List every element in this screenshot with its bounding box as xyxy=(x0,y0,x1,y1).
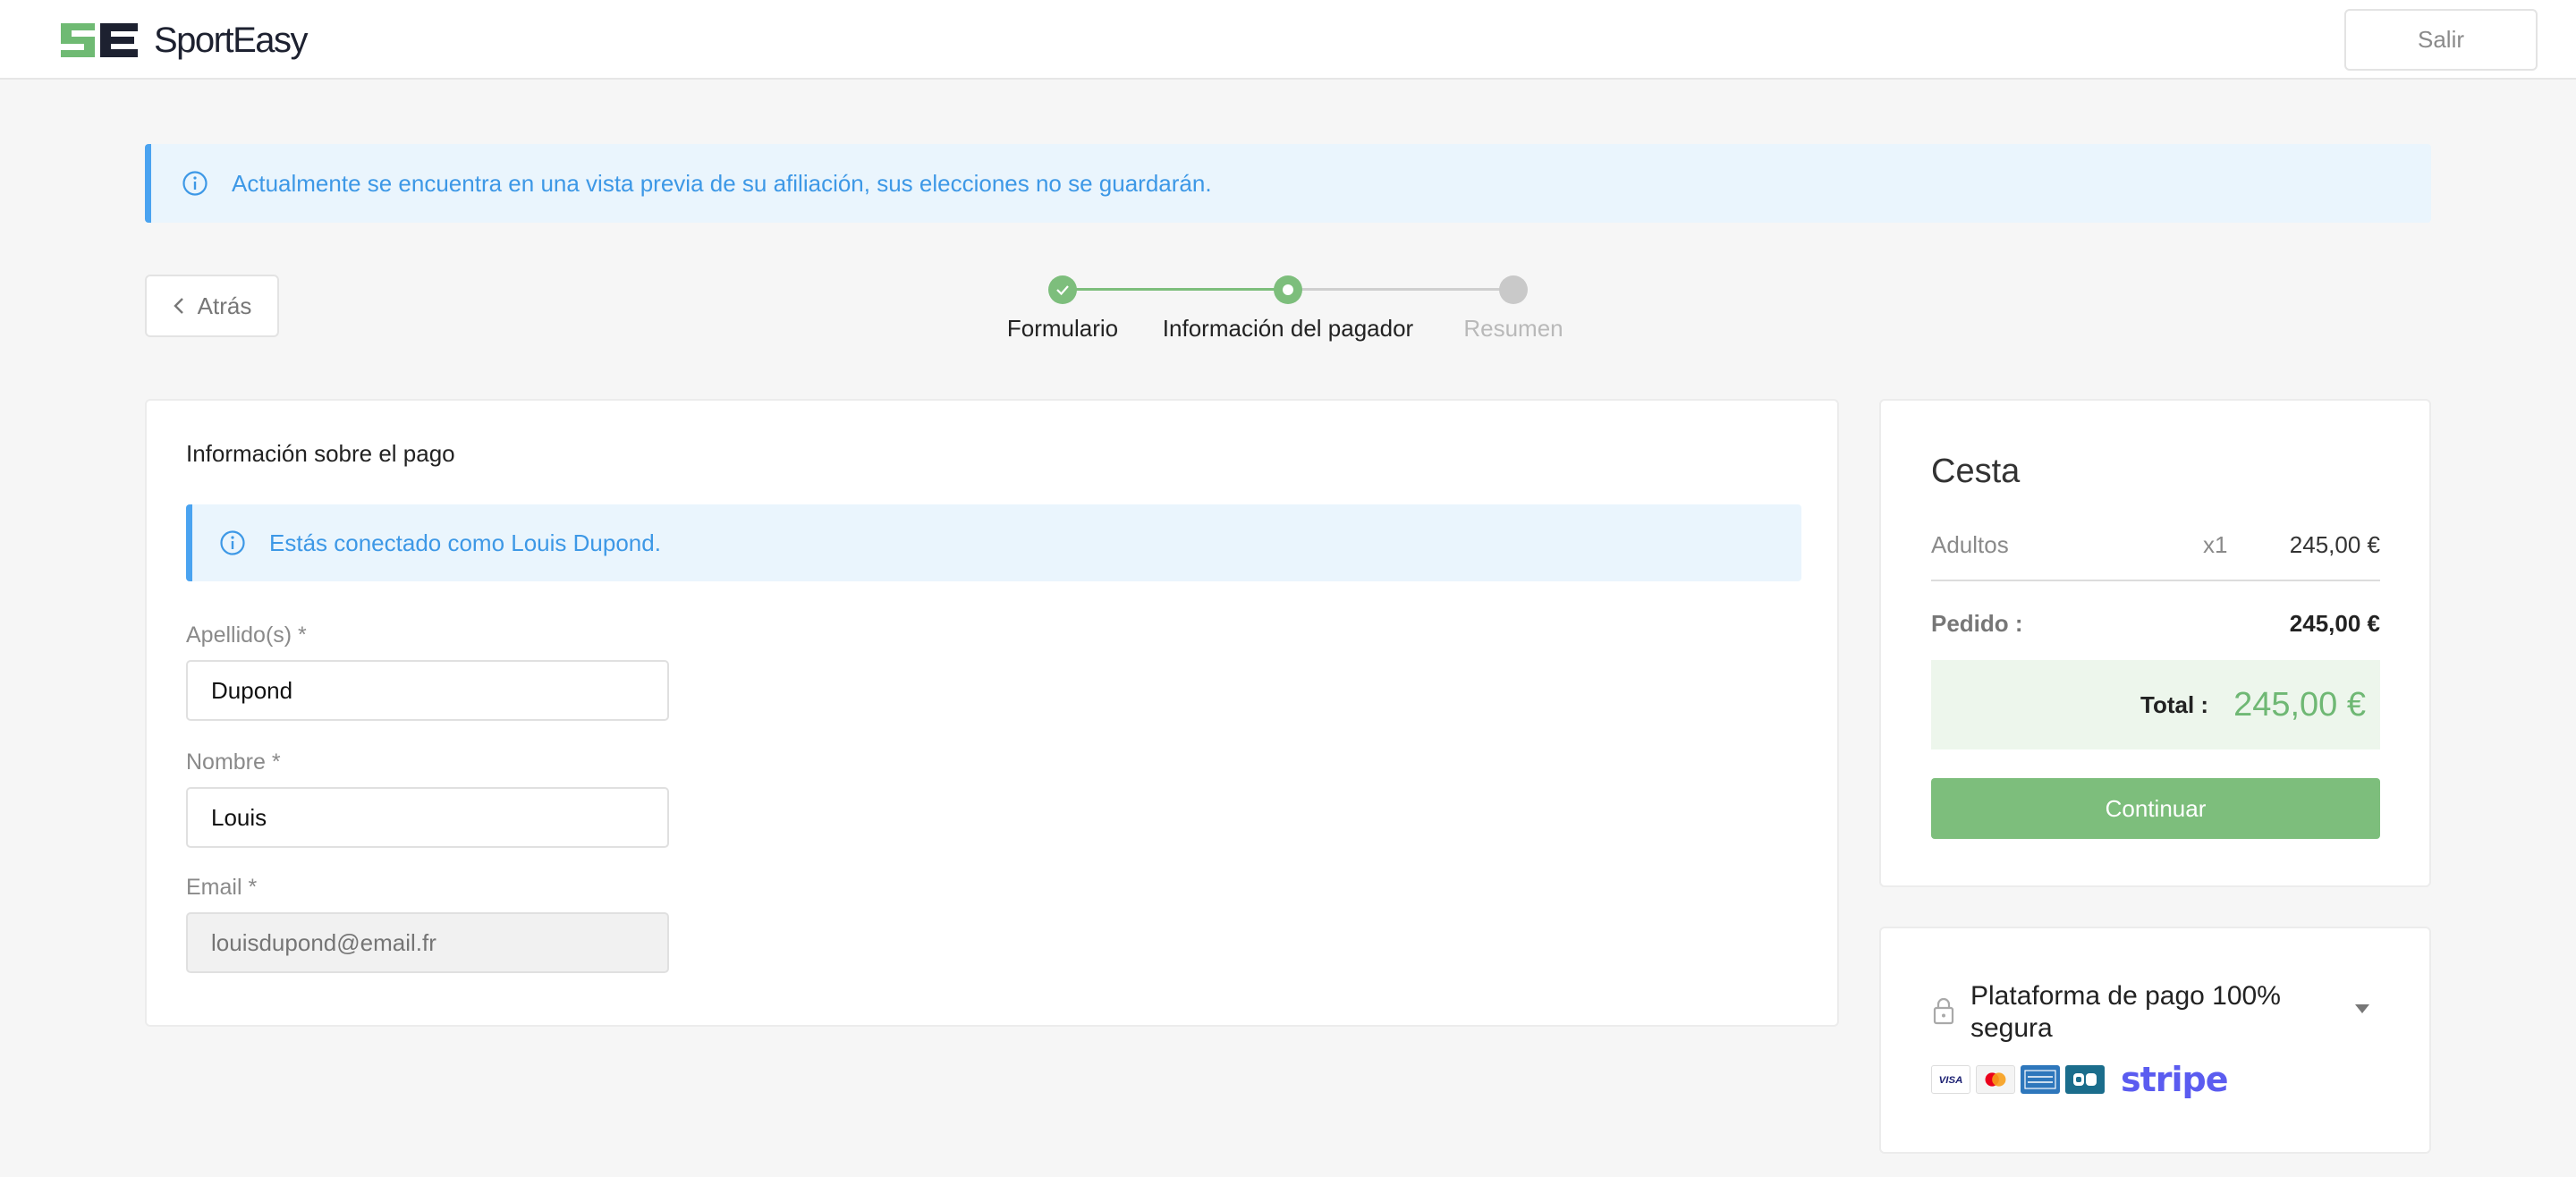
firstname-input[interactable] xyxy=(186,787,669,848)
total-value: 245,00 € xyxy=(2233,685,2366,724)
svg-text:VISA: VISA xyxy=(1939,1075,1963,1086)
top-header: SportEasy Salir xyxy=(0,0,2576,80)
firstname-label: Nombre * xyxy=(186,749,281,775)
payment-info-card: Información sobre el pago Estás conectad… xyxy=(145,399,1839,1027)
info-icon xyxy=(182,171,208,196)
back-button[interactable]: Atrás xyxy=(145,275,279,337)
cb-icon xyxy=(2065,1065,2105,1094)
sporteasy-logo-icon xyxy=(61,23,138,57)
step-label-pagador: Información del pagador xyxy=(1162,315,1414,342)
email-input[interactable] xyxy=(186,912,669,973)
chevron-down-icon[interactable] xyxy=(2353,1003,2371,1014)
step-dot-pagador xyxy=(1274,275,1302,304)
sporteasy-logo[interactable]: SportEasy xyxy=(59,20,309,61)
step-connector-done xyxy=(1063,288,1288,291)
card-brand-logos: VISA stripe xyxy=(1931,1060,2229,1099)
order-value: 245,00 € xyxy=(2289,610,2380,637)
info-icon xyxy=(220,530,245,555)
connected-banner-text: Estás conectado como Louis Dupond. xyxy=(269,529,661,556)
chevron-left-icon xyxy=(173,298,183,314)
mastercard-icon xyxy=(1976,1065,2015,1094)
preview-info-banner: Actualmente se encuentra en una vista pr… xyxy=(145,144,2431,223)
check-icon xyxy=(1056,285,1069,296)
preview-banner-text: Actualmente se encuentra en una vista pr… xyxy=(232,169,1212,197)
lastname-input[interactable] xyxy=(186,660,669,721)
progress-stepper: Formulario Información del pagador Resum… xyxy=(984,268,1610,349)
brand-name: SportEasy xyxy=(154,20,309,60)
visa-icon: VISA xyxy=(1931,1065,1970,1094)
step-label-formulario: Formulario xyxy=(1006,315,1119,342)
logout-button[interactable]: Salir xyxy=(2344,9,2538,71)
payment-card-title: Información sobre el pago xyxy=(186,440,455,467)
connected-info-banner: Estás conectado como Louis Dupond. xyxy=(186,504,1801,581)
secure-payment-title: Plataforma de pago 100% segura xyxy=(1970,981,2281,1043)
secure-payment-card[interactable]: Plataforma de pago 100% segura VISA stri… xyxy=(1879,927,2431,1154)
amex-icon xyxy=(2021,1065,2060,1094)
stripe-logo: stripe xyxy=(2121,1060,2229,1099)
basket-item-price: 245,00 € xyxy=(2289,531,2380,558)
total-label: Total : xyxy=(2140,690,2209,718)
basket-item-name: Adultos xyxy=(1931,531,2009,558)
back-button-label: Atrás xyxy=(197,292,252,319)
order-label: Pedido : xyxy=(1931,610,2023,637)
lastname-label: Apellido(s) * xyxy=(186,622,307,648)
step-connector-pending xyxy=(1288,288,1513,291)
current-step-icon xyxy=(1283,284,1293,295)
step-dot-formulario xyxy=(1048,275,1077,304)
lock-icon xyxy=(1933,997,1954,1025)
continue-button[interactable]: Continuar xyxy=(1931,778,2380,839)
basket-card: Cesta Adultos x1 245,00 € Pedido : 245,0… xyxy=(1879,399,2431,887)
basket-item-qty: x1 xyxy=(2203,531,2228,558)
basket-title: Cesta xyxy=(1931,453,2021,490)
step-dot-resumen xyxy=(1499,275,1528,304)
total-box: Total : 245,00 € xyxy=(1931,660,2380,749)
step-label-resumen: Resumen xyxy=(1463,315,1563,342)
basket-divider xyxy=(1931,580,2380,581)
email-label: Email * xyxy=(186,875,258,900)
